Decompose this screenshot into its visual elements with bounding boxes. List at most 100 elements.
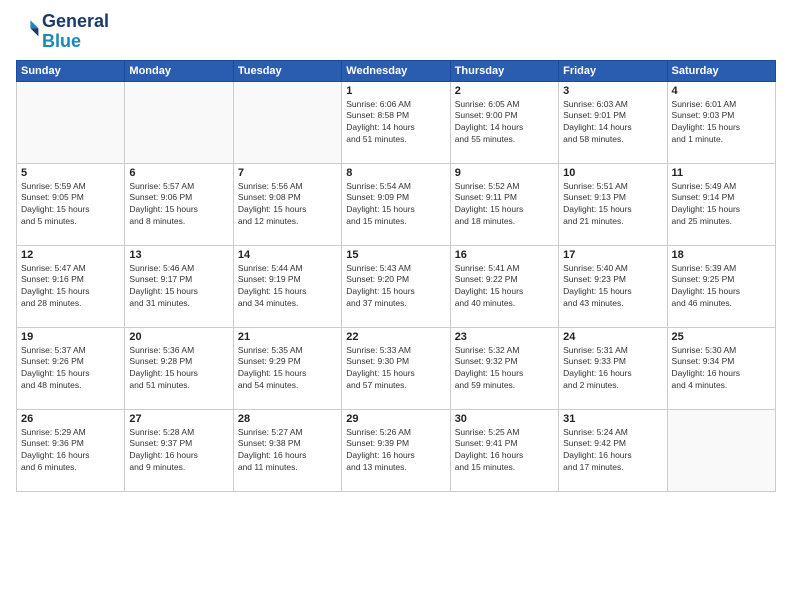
day-cell: 7 Sunrise: 5:56 AM Sunset: 9:08 PM Daylig… bbox=[233, 163, 341, 245]
col-header-wednesday: Wednesday bbox=[342, 60, 450, 81]
day-number: 3 bbox=[563, 85, 662, 97]
day-cell: 24Sunrise: 5:31 AM Sunset: 9:33 PM Dayli… bbox=[559, 327, 667, 409]
day-cell: 25Sunrise: 5:30 AM Sunset: 9:34 PM Dayli… bbox=[667, 327, 775, 409]
day-number: 10 bbox=[563, 167, 662, 179]
day-info: Sunrise: 5:49 AM Sunset: 9:14 PM Dayligh… bbox=[672, 181, 771, 229]
day-info: Sunrise: 5:29 AM Sunset: 9:36 PM Dayligh… bbox=[21, 427, 120, 475]
day-cell: 29 Sunrise: 5:26 AM Sunset: 9:39 PM Dayli… bbox=[342, 409, 450, 491]
day-info: Sunrise: 5:35 AM Sunset: 9:29 PM Dayligh… bbox=[238, 345, 337, 393]
day-cell: 18Sunrise: 5:39 AM Sunset: 9:25 PM Dayli… bbox=[667, 245, 775, 327]
day-number: 2 bbox=[455, 85, 554, 97]
day-cell: 3 Sunrise: 6:03 AM Sunset: 9:01 PM Daylig… bbox=[559, 81, 667, 163]
day-cell: 6Sunrise: 5:57 AM Sunset: 9:06 PM Daylig… bbox=[125, 163, 233, 245]
day-number: 30 bbox=[455, 413, 554, 425]
logo-icon bbox=[16, 17, 40, 41]
day-info: Sunrise: 5:30 AM Sunset: 9:34 PM Dayligh… bbox=[672, 345, 771, 393]
day-number: 26 bbox=[21, 413, 120, 425]
day-number: 29 bbox=[346, 413, 445, 425]
day-info: Sunrise: 5:36 AM Sunset: 9:28 PM Dayligh… bbox=[129, 345, 228, 393]
day-cell: 20 Sunrise: 5:36 AM Sunset: 9:28 PM Dayli… bbox=[125, 327, 233, 409]
day-number: 12 bbox=[21, 249, 120, 261]
col-header-friday: Friday bbox=[559, 60, 667, 81]
col-header-saturday: Saturday bbox=[667, 60, 775, 81]
day-info: Sunrise: 6:06 AM Sunset: 8:58 PM Dayligh… bbox=[346, 99, 445, 147]
day-info: Sunrise: 6:05 AM Sunset: 9:00 PM Dayligh… bbox=[455, 99, 554, 147]
logo-text-general: General bbox=[42, 12, 109, 32]
col-header-sunday: Sunday bbox=[17, 60, 125, 81]
col-header-tuesday: Tuesday bbox=[233, 60, 341, 81]
day-number: 1 bbox=[346, 85, 445, 97]
day-cell: 19 Sunrise: 5:37 AM Sunset: 9:26 PM Dayli… bbox=[17, 327, 125, 409]
day-info: Sunrise: 6:03 AM Sunset: 9:01 PM Dayligh… bbox=[563, 99, 662, 147]
day-info: Sunrise: 5:40 AM Sunset: 9:23 PM Dayligh… bbox=[563, 263, 662, 311]
week-row-4: 19 Sunrise: 5:37 AM Sunset: 9:26 PM Dayli… bbox=[17, 327, 776, 409]
day-info: Sunrise: 5:44 AM Sunset: 9:19 PM Dayligh… bbox=[238, 263, 337, 311]
calendar-page: General Blue SundayMondayTuesdayWednesda… bbox=[0, 0, 792, 612]
header: General Blue bbox=[16, 12, 776, 52]
day-cell: 17Sunrise: 5:40 AM Sunset: 9:23 PM Dayli… bbox=[559, 245, 667, 327]
day-cell: 31Sunrise: 5:24 AM Sunset: 9:42 PM Dayli… bbox=[559, 409, 667, 491]
day-cell: 5 Sunrise: 5:59 AM Sunset: 9:05 PM Daylig… bbox=[17, 163, 125, 245]
day-info: Sunrise: 5:52 AM Sunset: 9:11 PM Dayligh… bbox=[455, 181, 554, 229]
day-cell bbox=[233, 81, 341, 163]
day-cell: 23 Sunrise: 5:32 AM Sunset: 9:32 PM Dayli… bbox=[450, 327, 558, 409]
day-info: Sunrise: 5:27 AM Sunset: 9:38 PM Dayligh… bbox=[238, 427, 337, 475]
day-info: Sunrise: 5:59 AM Sunset: 9:05 PM Dayligh… bbox=[21, 181, 120, 229]
day-info: Sunrise: 5:26 AM Sunset: 9:39 PM Dayligh… bbox=[346, 427, 445, 475]
day-info: Sunrise: 5:25 AM Sunset: 9:41 PM Dayligh… bbox=[455, 427, 554, 475]
calendar-table: SundayMondayTuesdayWednesdayThursdayFrid… bbox=[16, 60, 776, 492]
day-cell: 22 Sunrise: 5:33 AM Sunset: 9:30 PM Dayli… bbox=[342, 327, 450, 409]
day-cell: 15 Sunrise: 5:43 AM Sunset: 9:20 PM Dayli… bbox=[342, 245, 450, 327]
day-cell: 21Sunrise: 5:35 AM Sunset: 9:29 PM Dayli… bbox=[233, 327, 341, 409]
day-info: Sunrise: 5:31 AM Sunset: 9:33 PM Dayligh… bbox=[563, 345, 662, 393]
day-cell bbox=[17, 81, 125, 163]
day-cell bbox=[125, 81, 233, 163]
col-header-monday: Monday bbox=[125, 60, 233, 81]
day-number: 4 bbox=[672, 85, 771, 97]
week-row-3: 12 Sunrise: 5:47 AM Sunset: 9:16 PM Dayli… bbox=[17, 245, 776, 327]
week-row-5: 26 Sunrise: 5:29 AM Sunset: 9:36 PM Dayli… bbox=[17, 409, 776, 491]
day-info: Sunrise: 5:51 AM Sunset: 9:13 PM Dayligh… bbox=[563, 181, 662, 229]
day-cell: 27 Sunrise: 5:28 AM Sunset: 9:37 PM Dayli… bbox=[125, 409, 233, 491]
day-cell: 8Sunrise: 5:54 AM Sunset: 9:09 PM Daylig… bbox=[342, 163, 450, 245]
day-number: 31 bbox=[563, 413, 662, 425]
day-number: 11 bbox=[672, 167, 771, 179]
day-number: 7 bbox=[238, 167, 337, 179]
day-number: 22 bbox=[346, 331, 445, 343]
day-cell: 4 Sunrise: 6:01 AM Sunset: 9:03 PM Daylig… bbox=[667, 81, 775, 163]
day-number: 19 bbox=[21, 331, 120, 343]
day-number: 16 bbox=[455, 249, 554, 261]
day-cell: 28 Sunrise: 5:27 AM Sunset: 9:38 PM Dayli… bbox=[233, 409, 341, 491]
logo: General Blue bbox=[16, 12, 109, 52]
day-info: Sunrise: 5:43 AM Sunset: 9:20 PM Dayligh… bbox=[346, 263, 445, 311]
day-number: 18 bbox=[672, 249, 771, 261]
day-number: 23 bbox=[455, 331, 554, 343]
day-info: Sunrise: 5:47 AM Sunset: 9:16 PM Dayligh… bbox=[21, 263, 120, 311]
day-info: Sunrise: 5:33 AM Sunset: 9:30 PM Dayligh… bbox=[346, 345, 445, 393]
day-number: 14 bbox=[238, 249, 337, 261]
day-number: 20 bbox=[129, 331, 228, 343]
day-number: 15 bbox=[346, 249, 445, 261]
day-info: Sunrise: 5:57 AM Sunset: 9:06 PM Dayligh… bbox=[129, 181, 228, 229]
day-number: 27 bbox=[129, 413, 228, 425]
day-number: 5 bbox=[21, 167, 120, 179]
week-row-1: 1 Sunrise: 6:06 AM Sunset: 8:58 PM Daylig… bbox=[17, 81, 776, 163]
day-info: Sunrise: 6:01 AM Sunset: 9:03 PM Dayligh… bbox=[672, 99, 771, 147]
day-cell: 10 Sunrise: 5:51 AM Sunset: 9:13 PM Dayli… bbox=[559, 163, 667, 245]
header-row: SundayMondayTuesdayWednesdayThursdayFrid… bbox=[17, 60, 776, 81]
day-info: Sunrise: 5:56 AM Sunset: 9:08 PM Dayligh… bbox=[238, 181, 337, 229]
day-cell: 2 Sunrise: 6:05 AM Sunset: 9:00 PM Daylig… bbox=[450, 81, 558, 163]
day-cell: 26 Sunrise: 5:29 AM Sunset: 9:36 PM Dayli… bbox=[17, 409, 125, 491]
day-cell: 13Sunrise: 5:46 AM Sunset: 9:17 PM Dayli… bbox=[125, 245, 233, 327]
logo-text-blue: Blue bbox=[42, 32, 109, 52]
day-cell: 30 Sunrise: 5:25 AM Sunset: 9:41 PM Dayli… bbox=[450, 409, 558, 491]
day-info: Sunrise: 5:32 AM Sunset: 9:32 PM Dayligh… bbox=[455, 345, 554, 393]
day-info: Sunrise: 5:28 AM Sunset: 9:37 PM Dayligh… bbox=[129, 427, 228, 475]
week-row-2: 5 Sunrise: 5:59 AM Sunset: 9:05 PM Daylig… bbox=[17, 163, 776, 245]
col-header-thursday: Thursday bbox=[450, 60, 558, 81]
day-cell: 14 Sunrise: 5:44 AM Sunset: 9:19 PM Dayli… bbox=[233, 245, 341, 327]
day-number: 28 bbox=[238, 413, 337, 425]
day-info: Sunrise: 5:37 AM Sunset: 9:26 PM Dayligh… bbox=[21, 345, 120, 393]
day-info: Sunrise: 5:54 AM Sunset: 9:09 PM Dayligh… bbox=[346, 181, 445, 229]
day-cell: 16Sunrise: 5:41 AM Sunset: 9:22 PM Dayli… bbox=[450, 245, 558, 327]
